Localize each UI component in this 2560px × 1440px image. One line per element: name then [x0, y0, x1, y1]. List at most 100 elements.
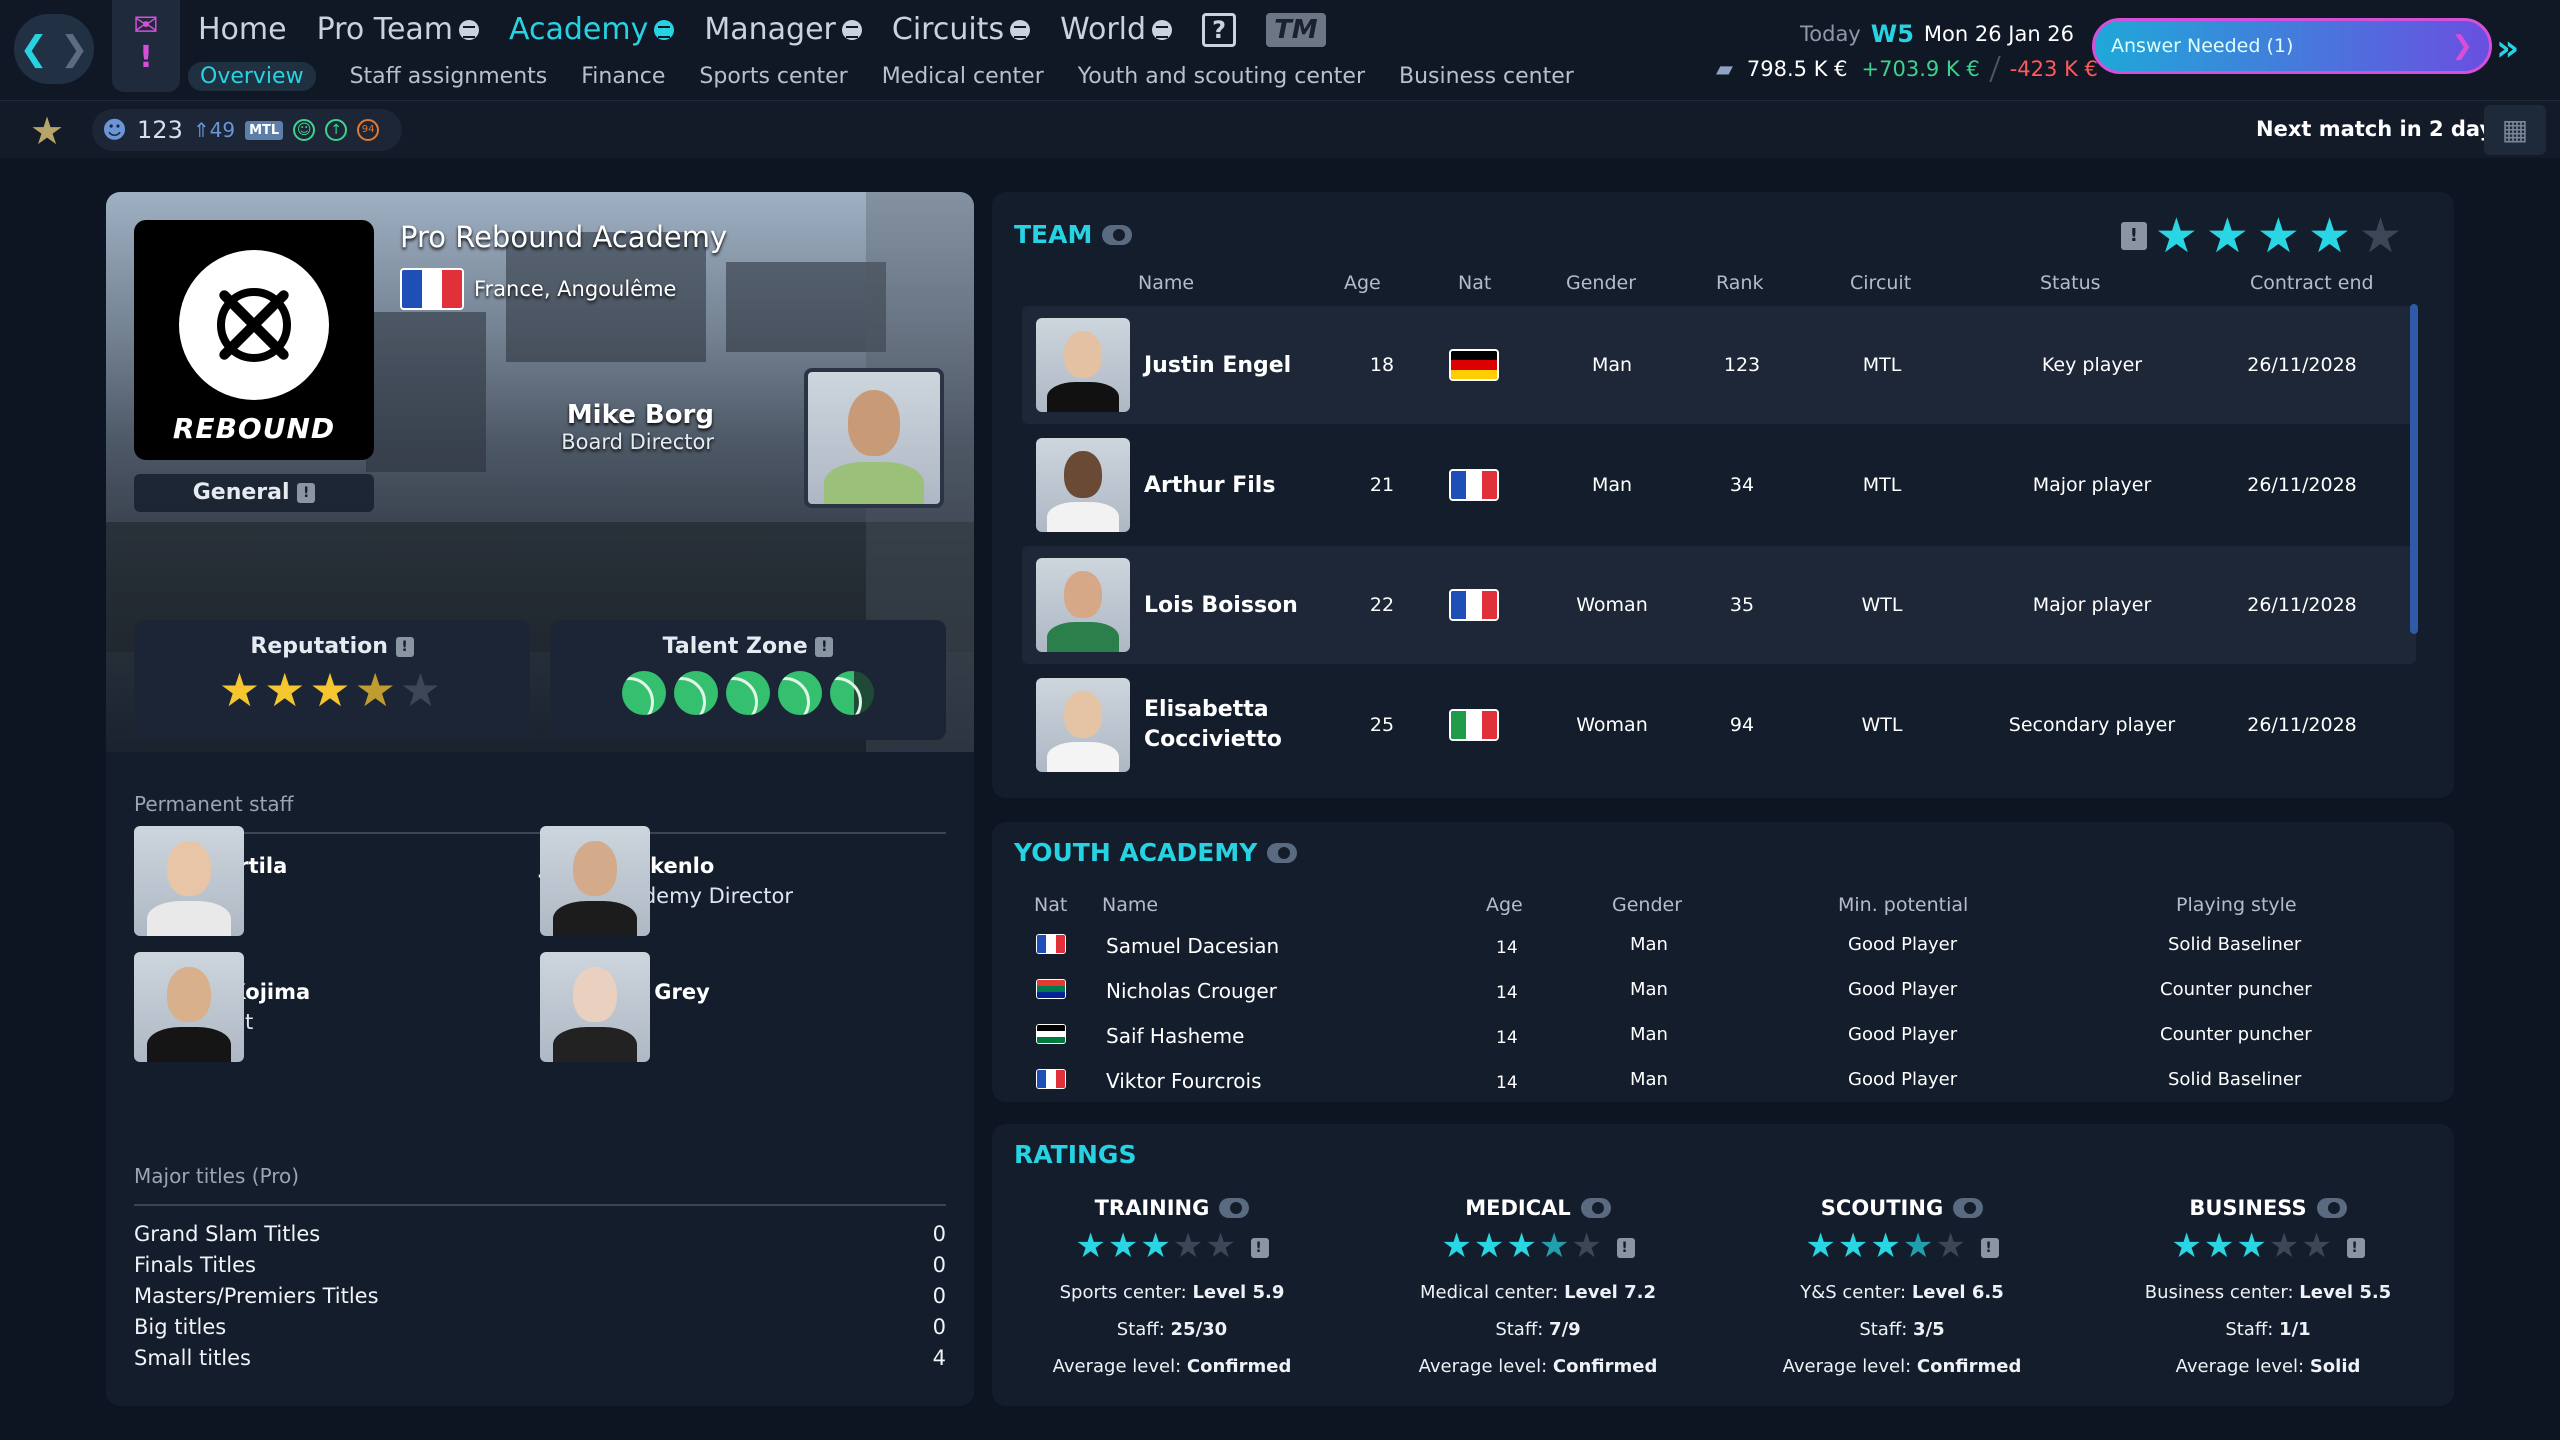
title-count: 0 [932, 1315, 946, 1339]
expense: -423 K € [2009, 57, 2098, 81]
nav-label: Pro Team [316, 12, 454, 47]
tab-youth-scouting-center[interactable]: Youth and scouting center [1078, 62, 1365, 91]
toggle-visibility-icon[interactable] [1102, 224, 1133, 245]
info-icon[interactable]: ! [395, 637, 414, 657]
tab-business-center[interactable]: Business center [1399, 62, 1574, 91]
player-name: Justin Engel [1144, 352, 1292, 378]
avatar [1036, 438, 1130, 532]
scrollbar[interactable] [2410, 304, 2418, 634]
nat-cell [1434, 426, 1514, 544]
tennis-ball-icon [726, 671, 770, 715]
player-status: Major player [2032, 474, 2152, 496]
title-label: Masters/Premiers Titles [134, 1284, 379, 1308]
calendar-icon[interactable]: ▦ [2484, 105, 2546, 155]
history-nav: ❮ ❯ [14, 14, 94, 84]
column-header[interactable]: Name [1138, 272, 1194, 294]
toggle-visibility-icon[interactable] [1580, 1198, 1611, 1218]
nav-label: Circuits [891, 12, 1005, 47]
info-icon[interactable]: ! [815, 637, 834, 657]
avatar [1036, 558, 1130, 652]
director-avatar[interactable] [804, 368, 944, 508]
staff-member[interactable]: Julia ValukenloYouth Academy Director [540, 826, 793, 936]
menu-icon [841, 19, 862, 40]
staff-value: 25/30 [1170, 1319, 1228, 1340]
toggle-visibility-icon[interactable] [1219, 1198, 1250, 1218]
staff-label: Staff: [1495, 1319, 1544, 1340]
general-button[interactable]: General ! [134, 474, 374, 512]
staff-label: Staff: [2225, 1319, 2274, 1340]
info-icon[interactable]: ! [2346, 1237, 2365, 1258]
team-rating-stars: ! ★ ★ ★ ★ ★ [2120, 208, 2402, 264]
table-row[interactable]: Elisabetta Coccivietto 25 Woman 94 WTL S… [1022, 666, 2416, 784]
column-header[interactable]: Playing style [2176, 894, 2297, 916]
player-name: Arthur Fils [1144, 472, 1276, 498]
staff-member[interactable]: Maria BartilaAssistant [134, 826, 287, 936]
youth-age: 14 [1496, 1073, 1518, 1093]
director-name: Mike Borg [566, 400, 714, 430]
balance: 798.5 K € [1746, 57, 1848, 81]
info-icon[interactable]: ! [1250, 1237, 1269, 1258]
nav-home[interactable]: Home [198, 12, 287, 47]
table-row[interactable]: Saif Hasheme 14 Man Good Player Counter … [992, 1024, 2454, 1069]
youth-potential: Good Player [1848, 934, 1958, 955]
toggle-visibility-icon[interactable] [1953, 1198, 1984, 1218]
column-header[interactable]: Contract end [2250, 272, 2374, 294]
tab-overview[interactable]: Overview [188, 62, 316, 91]
france-flag-icon [1449, 469, 1499, 501]
player-status-chips[interactable]: ☻ 123 ⇑49 MTL ☺ ↑ 94 [92, 109, 402, 151]
info-icon[interactable]: ! [2120, 222, 2147, 250]
tab-finance[interactable]: Finance [581, 62, 665, 91]
column-header[interactable]: Age [1344, 272, 1381, 294]
table-row[interactable]: Lois Boisson 22 Woman 35 WTL Major playe… [1022, 546, 2416, 664]
nav-world[interactable]: World [1060, 12, 1173, 47]
nav-circuits[interactable]: Circuits [891, 12, 1031, 47]
column-header[interactable]: Min. potential [1838, 894, 1968, 916]
column-header[interactable]: Name [1102, 894, 1158, 916]
youth-gender: Man [1630, 934, 1668, 955]
answer-needed-button[interactable]: Answer Needed (1) ❯ [2092, 18, 2492, 74]
nav-academy[interactable]: Academy [509, 12, 675, 47]
nat-cell [1434, 546, 1514, 664]
favorite-star-icon[interactable]: ★ [30, 109, 64, 153]
tab-staff-assignments[interactable]: Staff assignments [350, 62, 548, 91]
inbox-button[interactable]: ✉ ! [112, 0, 180, 92]
continue-icon[interactable]: » [2496, 28, 2519, 69]
table-row[interactable]: Justin Engel 18 Man 123 MTL Key player 2… [1022, 306, 2416, 424]
forward-arrow-icon[interactable]: ❯ [60, 29, 89, 69]
column-header[interactable]: Age [1486, 894, 1523, 916]
staff-member[interactable]: Takeshi KojimaAccountant [134, 952, 310, 1062]
tab-medical-center[interactable]: Medical center [882, 62, 1044, 91]
info-icon[interactable]: ! [1616, 1237, 1635, 1258]
column-header[interactable]: Status [2040, 272, 2101, 294]
table-row[interactable]: Samuel Dacesian 14 Man Good Player Solid… [992, 934, 2454, 979]
youth-style: Counter puncher [2160, 1024, 2312, 1045]
nav-pro-team[interactable]: Pro Team [316, 12, 480, 47]
ratings-panel: RATINGS TRAINING ★★★★★ ! Sports center: … [992, 1124, 2454, 1406]
column-header[interactable]: Gender [1612, 894, 1682, 916]
column-header[interactable]: Gender [1566, 272, 1636, 294]
info-icon[interactable]: ! [1980, 1237, 1999, 1258]
player-rank: 35 [1729, 594, 1755, 616]
rating-name: BUSINESS [2189, 1196, 2307, 1220]
nav-manager[interactable]: Manager [704, 12, 862, 47]
toggle-visibility-icon[interactable] [1267, 842, 1298, 863]
top-bar: ❮ ❯ ✉ ! Home Pro Team Academy Manager Ci… [0, 0, 2560, 100]
rating-medical: MEDICAL ★★★★★ ! Medical center: Level 7.… [1358, 1196, 1718, 1377]
column-header[interactable]: Rank [1716, 272, 1763, 294]
column-header[interactable]: Nat [1034, 894, 1067, 916]
table-row[interactable]: Arthur Fils 21 Man 34 MTL Major player 2… [1022, 426, 2416, 544]
staff-member[interactable]: Meredith GreyDoctor [540, 952, 710, 1062]
toggle-visibility-icon[interactable] [2316, 1198, 2347, 1218]
finance-summary[interactable]: ▰ 798.5 K € +703.9 K € -423 K € [1716, 56, 2098, 82]
back-arrow-icon[interactable]: ❮ [20, 29, 49, 69]
tab-sports-center[interactable]: Sports center [699, 62, 847, 91]
table-row[interactable]: Viktor Fourcrois 14 Man Good Player Soli… [992, 1069, 2454, 1099]
column-header[interactable]: Nat [1458, 272, 1491, 294]
player-gender: Woman [1576, 594, 1648, 616]
player-circuit: WTL [1861, 594, 1903, 616]
help-icon[interactable]: ? [1202, 12, 1237, 47]
column-header[interactable]: Circuit [1850, 272, 1911, 294]
table-row[interactable]: Nicholas Crouger 14 Man Good Player Coun… [992, 979, 2454, 1024]
titles-list: Grand Slam Titles 0 Finals Titles 0 Master… [134, 1222, 946, 1377]
info-icon[interactable]: ! [297, 483, 316, 503]
